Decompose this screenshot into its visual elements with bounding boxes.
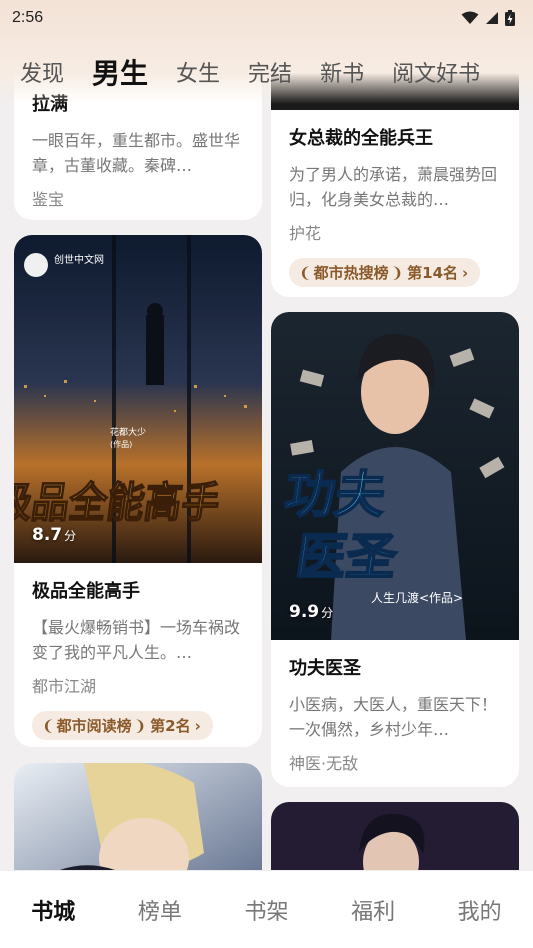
rating-score: 8.7 分 — [32, 525, 77, 545]
book-feed[interactable]: 拉满 一眼百年，重生都市。盛世华章，古董收藏。秦碑… 鉴宝 女总裁的全能兵王 为… — [0, 0, 533, 870]
book-cover — [271, 802, 519, 870]
nav-bookshelf[interactable]: 书架 — [244, 894, 288, 926]
cover-art — [271, 802, 519, 870]
book-description: 【最火爆畅销书】一场车祸改变了我的平凡人生。… — [32, 618, 241, 662]
laurel-left-icon: ❨ — [42, 716, 55, 735]
rank-position: 第14名 — [407, 264, 459, 282]
category-tabs: 发现 男生 女生 完结 新书 阅文好书 — [0, 48, 533, 96]
nav-profile[interactable]: 我的 — [458, 894, 502, 926]
cover-art: 创世中文网 花都大少 (作品) 极品全能高手 — [14, 235, 262, 563]
book-card[interactable]: 创世中文网 花都大少 (作品) 极品全能高手 8.7 分 极品全能高手 【最火爆畅… — [14, 235, 262, 747]
status-time: 2:56 — [12, 9, 44, 26]
book-description: 为了男人的承诺，萧晨强势回归，化身美女总裁的… — [289, 165, 498, 209]
cover-author: 花都大少 — [110, 426, 146, 438]
chevron-right-icon: › — [194, 716, 201, 735]
book-tags: 神医·无敌 — [289, 754, 359, 773]
wifi-icon — [461, 11, 479, 24]
nav-rewards[interactable]: 福利 — [351, 894, 395, 926]
book-tags: 都市江湖 — [32, 677, 97, 696]
book-title: 女总裁的全能兵王 — [289, 128, 433, 149]
tab-discover[interactable]: 发现 — [20, 56, 64, 88]
bottom-navigation: 书城 榜单 书架 福利 我的 — [0, 870, 533, 948]
book-card[interactable] — [271, 802, 519, 870]
rank-position: 第2名 — [150, 717, 191, 735]
cover-author: 人生几渡<作品> — [371, 590, 463, 605]
cover-title-line1: 功夫 — [281, 465, 390, 524]
cover-art: 功夫 医圣 人生几渡<作品> — [271, 312, 519, 640]
tab-new-books[interactable]: 新书 — [320, 56, 364, 88]
book-tags: 护花 — [289, 224, 322, 243]
status-bar: 2:56 — [0, 0, 533, 36]
cover-title: 极品全能高手 — [14, 478, 223, 527]
nav-bookstore[interactable]: 书城 — [31, 894, 75, 926]
book-description: 小医病，大医人，重医天下！一次偶然，乡村少年… — [289, 695, 498, 739]
book-cover — [14, 763, 262, 870]
signal-icon — [486, 12, 498, 24]
cover-author-suffix: (作品) — [110, 439, 132, 449]
tab-yuewen-picks[interactable]: 阅文好书 — [392, 56, 480, 88]
cover-logo: 创世中文网 — [54, 253, 104, 266]
tab-female[interactable]: 女生 — [176, 56, 220, 88]
laurel-right-icon: ❩ — [133, 716, 147, 735]
book-cover: 功夫 医圣 人生几渡<作品> 9.9 分 — [271, 312, 519, 640]
book-card[interactable]: 功夫 医圣 人生几渡<作品> 9.9 分 功夫医圣 小医病，大医人，重医天下！一次… — [271, 312, 519, 787]
book-title: 极品全能高手 — [32, 581, 140, 602]
cover-title-line2: 医圣 — [293, 527, 402, 586]
tab-male[interactable]: 男生 — [92, 52, 148, 92]
rating-score: 9.9 分 — [289, 602, 334, 622]
rank-list-name: 都市阅读榜 — [56, 717, 132, 735]
rank-badge[interactable]: ❨ 都市热搜榜 ❩ 第14名 › — [289, 258, 481, 287]
rank-list-name: 都市热搜榜 — [313, 264, 389, 282]
nav-rankings[interactable]: 榜单 — [138, 894, 182, 926]
chevron-right-icon: › — [462, 263, 469, 282]
laurel-right-icon: ❩ — [390, 263, 404, 282]
cover-art — [14, 763, 262, 870]
book-cover: 创世中文网 花都大少 (作品) 极品全能高手 8.7 分 — [14, 235, 262, 563]
tab-completed[interactable]: 完结 — [248, 56, 292, 88]
battery-icon — [505, 10, 515, 26]
book-card[interactable] — [14, 763, 262, 870]
laurel-left-icon: ❨ — [299, 263, 312, 282]
book-description: 一眼百年，重生都市。盛世华章，古董收藏。秦碑… — [32, 131, 241, 175]
book-tags: 鉴宝 — [32, 190, 65, 209]
rank-badge[interactable]: ❨ 都市阅读榜 ❩ 第2名 › — [32, 711, 213, 740]
book-title: 功夫医圣 — [289, 658, 361, 679]
